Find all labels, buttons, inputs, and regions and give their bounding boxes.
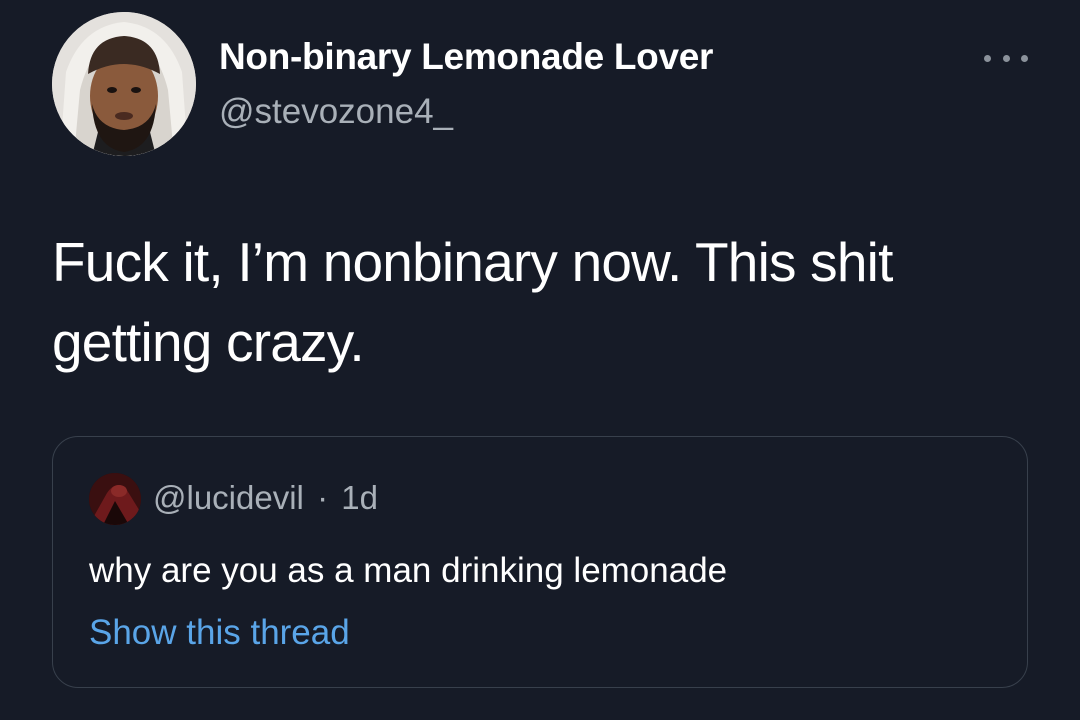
quoted-tweet-meta: @lucidevil · 1d	[153, 479, 378, 517]
more-dot	[1021, 54, 1028, 62]
quoted-tweet-card[interactable]: @lucidevil · 1d why are you as a man dri…	[52, 436, 1028, 688]
more-dot	[984, 54, 991, 62]
quoted-tweet-text: why are you as a man drinking lemonade	[89, 551, 728, 590]
more-options-icon[interactable]	[984, 46, 1028, 70]
tweet-card: Non-binary Lemonade Lover @stevozone4_ F…	[0, 0, 1080, 720]
author-avatar[interactable]	[52, 12, 196, 156]
meta-separator: ·	[317, 479, 329, 516]
more-dot	[1002, 54, 1010, 62]
quoted-author-avatar[interactable]	[89, 473, 141, 525]
quoted-avatar-image	[89, 473, 141, 525]
author-handle[interactable]: @stevozone4_	[219, 92, 453, 132]
tweet-text: Fuck it, I’m nonbinary now. This shit ge…	[52, 231, 893, 373]
quoted-tweet-age[interactable]: 1d	[341, 479, 378, 516]
show-thread-link[interactable]: Show this thread	[89, 613, 350, 653]
quoted-author-handle[interactable]: @lucidevil	[153, 479, 304, 516]
author-avatar-image	[52, 12, 196, 156]
author-display-name[interactable]: Non-binary Lemonade Lover	[219, 36, 713, 78]
